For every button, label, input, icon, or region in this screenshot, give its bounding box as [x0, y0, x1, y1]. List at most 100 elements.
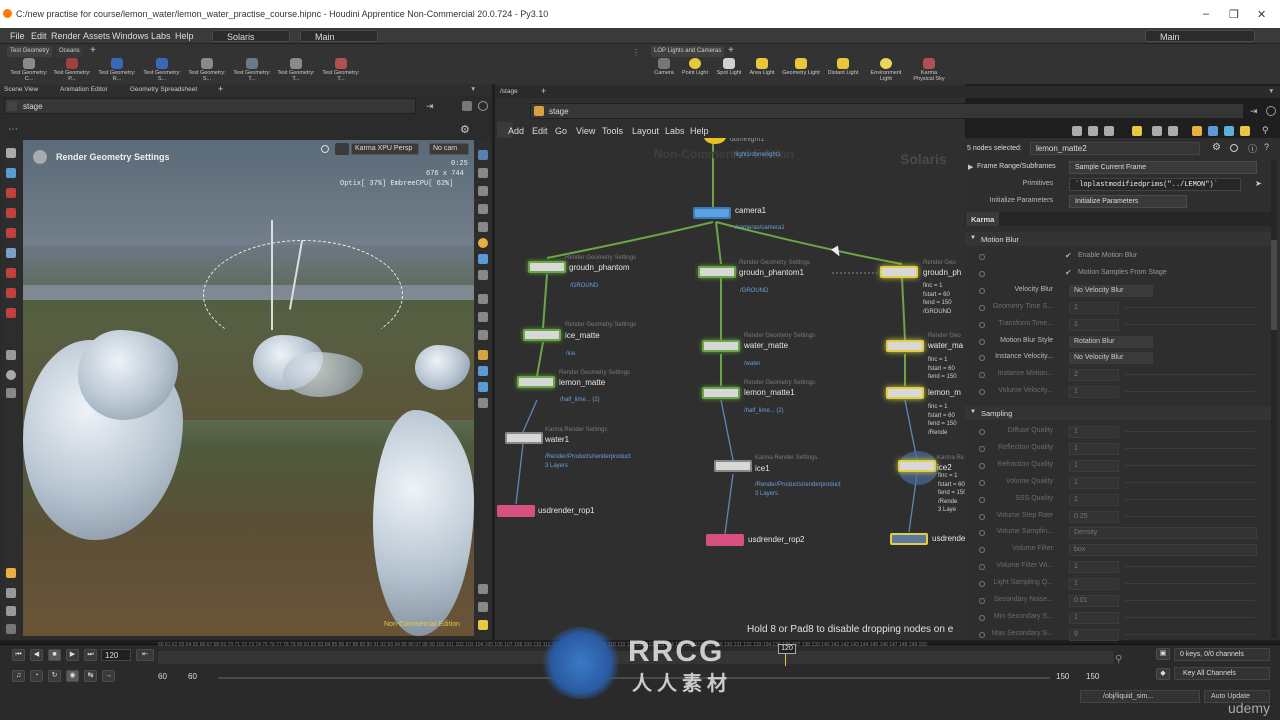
param-link-icon[interactable]	[979, 614, 985, 621]
param-field[interactable]: 1	[1069, 561, 1119, 574]
image-icon[interactable]	[1208, 126, 1218, 136]
primitives-input[interactable]: `loplastmodifiedprims("../LEMON")`	[1069, 178, 1241, 191]
menu-help[interactable]: Help	[690, 126, 709, 136]
shelf-tab-oceans[interactable]: Oceans	[56, 46, 83, 57]
info-icon[interactable]: ⓘ	[1248, 142, 1257, 155]
node-usdrender-rop1[interactable]	[497, 505, 535, 517]
menu-layout[interactable]: Layout	[632, 126, 659, 136]
pin-icon[interactable]: ⇥	[1250, 106, 1258, 117]
bookmark-icon[interactable]	[1192, 126, 1202, 136]
node-water-matte[interactable]	[702, 340, 740, 352]
param-link-icon[interactable]	[979, 462, 985, 469]
tool-icon[interactable]	[478, 398, 488, 408]
grid-icon[interactable]	[1132, 126, 1142, 136]
stop-button[interactable]: ■	[48, 649, 61, 661]
step-button[interactable]: ⇤	[136, 649, 154, 661]
shelf-tab-test-geometry[interactable]: Test Geometry	[7, 46, 53, 57]
grid-icon[interactable]	[478, 270, 488, 280]
record-tool-icon[interactable]	[6, 370, 16, 380]
param-slider[interactable]	[1125, 431, 1255, 432]
node-ice2[interactable]	[898, 460, 936, 472]
obj-path-field[interactable]: /obj/liquid_sim...	[1080, 690, 1200, 703]
node-ice-matte[interactable]	[523, 329, 561, 341]
range-end[interactable]: 150	[1056, 672, 1069, 681]
node-lemon-m[interactable]	[886, 387, 924, 399]
param-field[interactable]: 0.25	[1069, 510, 1119, 523]
add-shelf-tab-icon[interactable]: +	[90, 45, 96, 56]
list-icon[interactable]	[1104, 126, 1114, 136]
renderer-select[interactable]: Karma XPU Persp	[351, 143, 419, 155]
param-link-icon[interactable]	[979, 479, 985, 486]
param-field[interactable]: 1	[1069, 301, 1119, 314]
param-link-icon[interactable]	[979, 445, 985, 452]
link-icon[interactable]	[462, 101, 472, 111]
param-link-icon[interactable]	[979, 321, 985, 328]
param-field[interactable]: 0.01	[1069, 595, 1119, 607]
tree-icon[interactable]	[1152, 126, 1162, 136]
settings-icon[interactable]: ⚙	[1212, 142, 1221, 153]
tab-scene-view[interactable]: Scene View	[4, 86, 38, 93]
camera-select[interactable]: No cam	[429, 143, 469, 155]
param-link-icon[interactable]	[979, 372, 985, 379]
param-field[interactable]: No Velocity Blur	[1069, 284, 1153, 297]
shelf-tool-test-geometry-t2[interactable]: Test Geometry: T...	[277, 58, 315, 84]
map-icon[interactable]	[1224, 126, 1234, 136]
wrench-icon[interactable]	[1072, 126, 1082, 136]
shelf-tool-area-light[interactable]: Area Light	[743, 58, 781, 84]
lock-icon[interactable]	[478, 186, 488, 196]
menu-labs[interactable]: Labs	[151, 31, 171, 41]
menu-edit[interactable]: Edit	[532, 126, 548, 136]
menu-file[interactable]: File	[10, 31, 25, 41]
menu-windows[interactable]: Windows	[112, 31, 149, 41]
param-field[interactable]: 1	[1069, 476, 1119, 489]
record-icon[interactable]: ◉	[66, 670, 79, 682]
node-lemon-matte[interactable]	[517, 376, 555, 388]
display-options-icon[interactable]	[478, 150, 488, 160]
param-field[interactable]: 1	[1069, 578, 1119, 591]
param-slider[interactable]	[1125, 481, 1255, 483]
menu-edit[interactable]: Edit	[31, 31, 47, 41]
range-icon[interactable]: ↹	[84, 670, 97, 682]
maximize-icon[interactable]: ❐	[1229, 8, 1239, 21]
main-select[interactable]: Main	[300, 30, 378, 42]
menu-help[interactable]: Help	[175, 31, 194, 41]
param-field[interactable]: box	[1069, 544, 1257, 557]
help-icon[interactable]: ?	[1264, 142, 1269, 152]
left-path-bar[interactable]: stage	[4, 98, 416, 114]
desktop-main-select[interactable]: Main	[1145, 30, 1255, 42]
shelf-tool-test-geometry-r[interactable]: Test Geometry: R...	[98, 58, 136, 84]
shelf-tool-geometry-light[interactable]: Geometry Light	[782, 58, 820, 84]
checkbox-icon[interactable]: ✔	[1065, 251, 1072, 260]
select-tool-icon[interactable]	[6, 148, 16, 158]
param-field[interactable]: 1	[1069, 426, 1119, 438]
help-icon[interactable]	[478, 101, 488, 111]
shelf-tool-test-geometry-s[interactable]: Test Geometry: S...	[143, 58, 181, 84]
magnet-tool-icon[interactable]	[6, 308, 16, 318]
shelf-tool-test-geometry-c[interactable]: Test Geometry: C...	[10, 58, 48, 84]
initialize-select[interactable]: Initialize Parameters	[1069, 195, 1187, 208]
param-link-icon[interactable]	[979, 581, 985, 588]
bowl-tool-icon[interactable]	[6, 388, 16, 398]
search-icon[interactable]: ⚲	[1262, 125, 1269, 136]
desktop-select[interactable]: Solaris	[212, 30, 290, 42]
layout-icon[interactable]	[1088, 126, 1098, 136]
shade-icon[interactable]	[478, 222, 488, 232]
param-field[interactable]: Density	[1069, 527, 1257, 540]
menu-tools[interactable]: Tools	[602, 126, 623, 136]
play-button[interactable]: ▶	[66, 649, 79, 661]
param-slider[interactable]	[1125, 633, 1255, 635]
menu-assets[interactable]: Assets	[83, 31, 110, 41]
key-icon[interactable]: ◆	[1156, 668, 1170, 680]
param-link-icon[interactable]	[979, 389, 985, 396]
lock-view-icon[interactable]	[335, 143, 349, 155]
tab-stage[interactable]: /stage	[500, 88, 518, 95]
node-camera1[interactable]	[693, 207, 731, 219]
pin-icon[interactable]: ⇥	[426, 101, 434, 112]
param-slider[interactable]	[1125, 600, 1255, 601]
range-start-2[interactable]: 60	[188, 672, 197, 681]
render-region-icon[interactable]	[478, 584, 488, 594]
menu-render[interactable]: Render	[51, 31, 81, 41]
rotate-tool-icon[interactable]	[6, 208, 16, 218]
sticky-icon[interactable]	[1240, 126, 1250, 136]
section-motion-blur[interactable]: ▼ Motion Blur	[965, 232, 1271, 246]
